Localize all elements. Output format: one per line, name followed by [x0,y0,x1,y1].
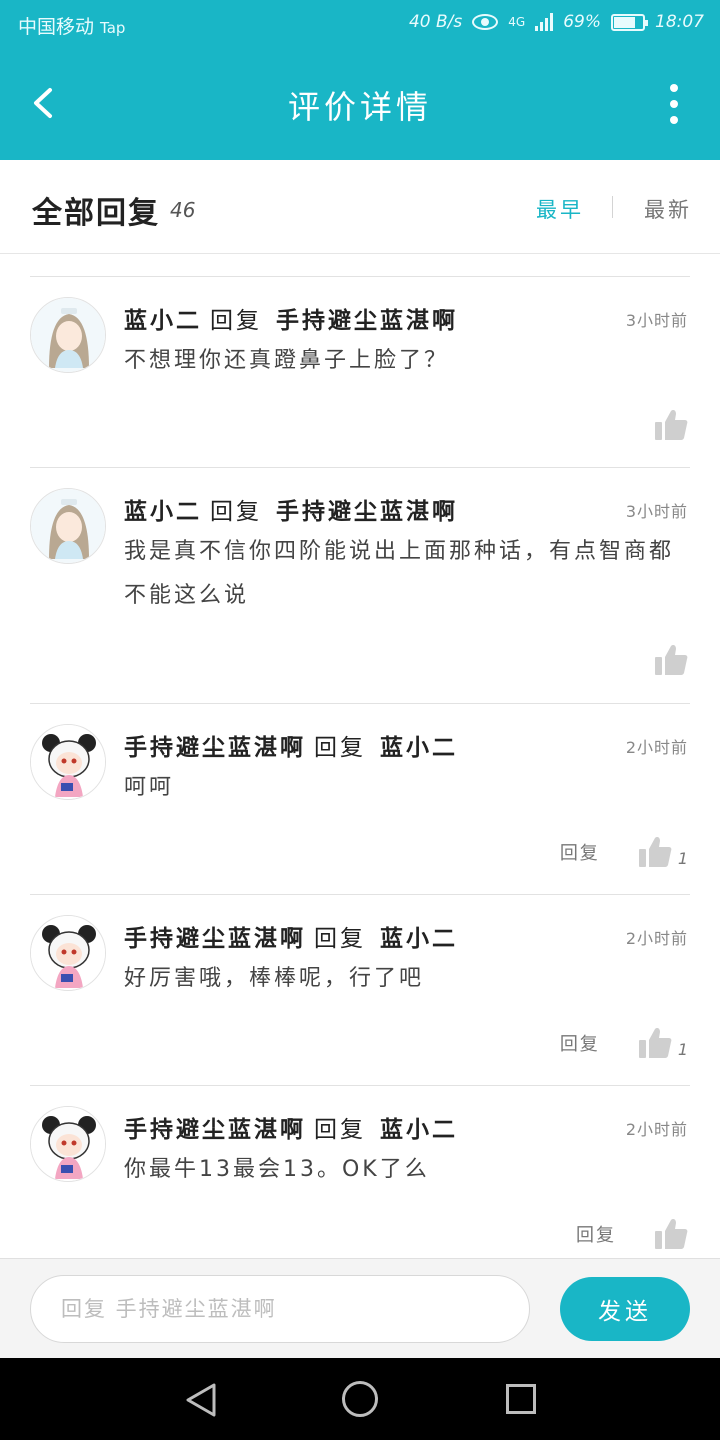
clock: 18:07 [655,12,704,32]
carrier-label: 中国移动 [18,16,95,38]
thumbs-up-icon [655,410,688,440]
triangle-back-icon[interactable] [184,1382,218,1418]
reply-verb: 回复 [210,499,262,525]
replies-sort-bar: 全部回复 46 最早 最新 [0,160,720,254]
app-indicator: Tap [100,19,126,37]
thumbs-up-icon [638,837,672,867]
reply-actions: 回复 1 [560,1027,688,1059]
author-line: 手持避尘蓝湛啊 回复 蓝小二 [124,919,458,953]
timestamp: 3小时前 [625,502,688,521]
reply-verb: 回复 [210,308,262,334]
reply-verb: 回复 [314,735,366,761]
avatar[interactable] [30,297,106,373]
reply-content: 我是真不信你四阶能说出上面那种话，有点智商都不能这么说 [124,539,675,608]
battery-percent: 69% [563,12,601,32]
battery-icon [611,13,648,31]
author-name[interactable]: 蓝小二 [124,308,202,334]
avatar-illustration [31,916,105,990]
avatar[interactable] [30,915,106,991]
reply-button[interactable]: 回复 [560,1030,600,1056]
author-name[interactable]: 手持避尘蓝湛啊 [124,926,306,952]
reply-content: 好厉害哦，棒棒呢，行了吧 [124,966,425,991]
send-button[interactable]: 发送 [560,1277,690,1341]
like-button[interactable]: 1 [638,1027,688,1059]
sort-earliest-button[interactable]: 最早 [536,194,584,224]
like-button[interactable] [654,1218,688,1250]
reply-count: 46 [170,198,196,222]
status-right: 40 B/s 4G 69% 18:07 [409,12,704,32]
timestamp: 2小时前 [625,929,688,948]
avatar-illustration [31,298,105,372]
reply-list[interactable]: 蓝小二 回复 手持避尘蓝湛啊 3小时前 不想理你还真蹬鼻子上脸了？ 蓝小二回复 … [0,254,720,1258]
reply-item: 手持避尘蓝湛啊 回复 蓝小二 2小时前 你最牛13最会13。OK了么 回复 [30,1085,690,1258]
battery-fill [614,16,635,28]
reply-item: 蓝小二 回复 手持避尘蓝湛啊 3小时前 我是真不信你四阶能说出上面那种话，有点智商都… [30,467,690,703]
thumbs-up-icon [655,645,688,675]
system-nav-bar [0,1358,720,1440]
avatar-illustration [31,725,105,799]
author-name[interactable]: 手持避尘蓝湛啊 [124,1117,306,1143]
avatar[interactable] [30,488,106,564]
reply-actions: 回复 1 [560,836,688,868]
reply-button[interactable]: 回复 [576,1221,616,1247]
reply-target[interactable]: 手持避尘蓝湛啊 [276,308,458,334]
eye-comfort-icon [472,14,499,30]
avatar[interactable] [30,1106,106,1182]
like-count: 1 [677,849,688,868]
reply-target[interactable]: 手持避尘蓝湛啊 [276,499,458,525]
timestamp: 3小时前 [625,311,688,330]
more-vertical-icon[interactable] [668,84,680,124]
reply-target[interactable]: 蓝小二 [380,926,458,952]
thumbs-up-icon [655,1219,688,1249]
reply-content: 你最牛13最会13。OK了么 [124,1157,430,1182]
like-button[interactable]: 1 [638,836,688,868]
reply-item: 手持避尘蓝湛啊 回复 蓝小二 2小时前 好厉害哦，棒棒呢，行了吧 回复 1 [30,894,690,1085]
like-count: 1 [677,1040,688,1059]
all-replies-heading: 全部回复 [32,196,160,231]
avatar[interactable] [30,724,106,800]
author-line: 蓝小二 回复 手持避尘蓝湛啊 [124,301,458,335]
reply-item: 手持避尘蓝湛啊 回复 蓝小二 2小时前 呵呵 回复 1 [30,703,690,894]
reply-content: 呵呵 [124,775,175,800]
author-line: 手持避尘蓝湛啊 回复 蓝小二 [124,1110,458,1144]
avatar-illustration [31,1107,105,1181]
reply-actions: 回复 [576,1218,688,1250]
author-name[interactable]: 蓝小二 [124,499,202,525]
reply-input-bar: 发送 [0,1258,720,1358]
reply-button[interactable]: 回复 [560,839,600,865]
signal-icon [535,13,554,31]
timestamp: 2小时前 [625,1120,688,1139]
reply-actions [654,644,688,676]
network-speed: 40 B/s [408,12,463,32]
author-name[interactable]: 手持避尘蓝湛啊 [124,735,306,761]
square-recent-icon[interactable] [506,1384,536,1414]
app-bar: 评价详情 [0,48,720,160]
like-button[interactable] [654,409,688,441]
reply-input[interactable] [30,1275,530,1343]
like-button[interactable] [654,644,688,676]
reply-target[interactable]: 蓝小二 [380,735,458,761]
sort-divider [612,196,613,218]
author-line: 蓝小二 回复 手持避尘蓝湛啊 [124,492,458,526]
reply-content: 不想理你还真蹬鼻子上脸了？ [124,348,450,373]
avatar-illustration [31,489,105,563]
sort-latest-button[interactable]: 最新 [644,194,692,224]
status-bar: 中国移动 Tap 40 B/s 4G 69% 18:07 [0,0,720,48]
reply-actions [654,409,688,441]
reply-target[interactable]: 蓝小二 [380,1117,458,1143]
reply-verb: 回复 [314,926,366,952]
reply-item: 蓝小二 回复 手持避尘蓝湛啊 3小时前 不想理你还真蹬鼻子上脸了？ [30,276,690,467]
status-left: 中国移动 Tap [18,12,125,39]
page-title: 评价详情 [287,88,432,126]
reply-verb: 回复 [314,1117,366,1143]
timestamp: 2小时前 [625,738,688,757]
author-line: 手持避尘蓝湛啊 回复 蓝小二 [124,728,458,762]
network-type: 4G [508,15,526,29]
circle-home-icon[interactable] [342,1381,378,1417]
thumbs-up-icon [638,1028,672,1058]
